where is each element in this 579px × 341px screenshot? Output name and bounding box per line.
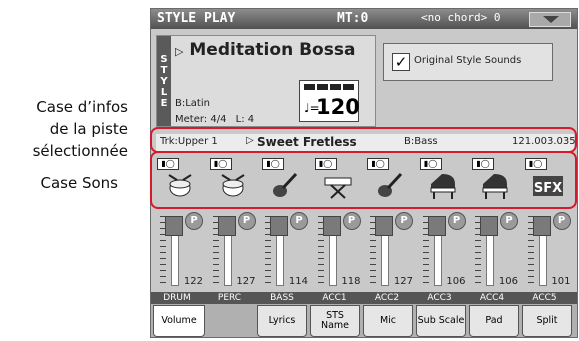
mixer-area: P 122 P 127 P 114 P 118 P 127 P 106 P 106 P 101 — [151, 210, 577, 290]
mt-indicator: MT:0 — [337, 11, 369, 26]
mixer-channel: P 127 — [208, 210, 258, 290]
tempo-display[interactable]: ♩= 120 — [299, 80, 360, 122]
mixer-channel: P 101 — [523, 210, 573, 290]
slider-handle[interactable] — [375, 216, 393, 236]
checkbox-icon[interactable]: ✓ — [392, 53, 410, 71]
track-info-highlight — [150, 127, 577, 153]
channel-label: DRUM — [163, 293, 191, 303]
volume-value: 101 — [551, 276, 571, 287]
tempo-value: 120 — [316, 95, 360, 119]
style-area[interactable]: S T Y L E ▷ Meditation Bossa B:Latin Met… — [156, 35, 376, 127]
volume-value: 106 — [498, 276, 518, 287]
channel-label: BASS — [270, 293, 294, 303]
slider-handle[interactable] — [165, 216, 183, 236]
slider-handle[interactable] — [427, 216, 446, 236]
slider-handle[interactable] — [532, 216, 551, 236]
tab-button[interactable]: Pad — [469, 305, 519, 337]
slider-handle[interactable] — [217, 216, 236, 236]
style-bank: B:Latin — [175, 98, 210, 109]
slider-handle[interactable] — [270, 216, 288, 236]
mixer-channel: P 114 — [260, 210, 310, 290]
sounds-annotation: Case Sons — [40, 174, 119, 192]
style-name[interactable]: ▷ Meditation Bossa — [175, 40, 355, 60]
play-button[interactable]: P — [290, 212, 308, 230]
track-info-annotation: Case d’infos de la piste sélectionnée — [32, 98, 128, 160]
mixer-channel: P 122 — [155, 210, 205, 290]
mixer-channel: P 118 — [313, 210, 363, 290]
mixer-channel: P 106 — [470, 210, 520, 290]
channel-label: ACC5 — [532, 293, 557, 303]
tab-button[interactable]: Sub Scale — [416, 305, 466, 337]
play-button[interactable]: P — [447, 212, 466, 230]
slider-handle[interactable] — [322, 216, 341, 236]
tab-button[interactable]: Lyrics — [257, 305, 307, 337]
volume-value: 127 — [236, 276, 256, 287]
play-button[interactable]: P — [395, 212, 413, 230]
channel-label: ACC2 — [374, 293, 400, 303]
tab-bar: Volume Lyrics STS Name Mic Sub Scale Pad Split — [151, 304, 577, 337]
channel-label: ACC3 — [427, 293, 452, 303]
channel-label: ACC4 — [479, 293, 505, 303]
tab-button[interactable]: Mic — [363, 305, 413, 337]
volume-value: 118 — [341, 276, 361, 287]
title-bar: STYLE PLAY MT:0 <no chord> 0 — [151, 9, 577, 29]
mixer-channel: P 106 — [418, 210, 468, 290]
volume-value: 114 — [288, 276, 308, 287]
play-button[interactable]: P — [237, 212, 256, 230]
tab-button[interactable]: Split — [522, 305, 572, 337]
original-style-sounds-button[interactable]: ✓ Original Style Sounds — [383, 43, 553, 81]
play-button[interactable]: P — [185, 212, 203, 230]
tab-button[interactable]: Volume — [153, 305, 205, 337]
triangle-icon: ▷ — [175, 45, 184, 58]
volume-value: 122 — [183, 276, 203, 287]
sounds-highlight — [150, 151, 577, 209]
channel-label: ACC1 — [322, 293, 347, 303]
volume-value: 127 — [393, 276, 413, 287]
volume-value: 106 — [446, 276, 466, 287]
slider-handle[interactable] — [480, 216, 498, 236]
play-button[interactable]: P — [552, 212, 571, 230]
play-button[interactable]: P — [500, 212, 518, 230]
style-meter: Meter: 4/4 L: 4 — [175, 114, 255, 125]
mode-title: STYLE PLAY — [157, 11, 236, 26]
chord-indicator: <no chord> 0 — [421, 11, 501, 24]
channel-labels: DRUM PERC BASS ACC1 ACC2 ACC3 ACC4 ACC5 — [151, 292, 577, 304]
play-button[interactable]: P — [342, 212, 361, 230]
channel-label: PERC — [217, 293, 242, 303]
tab-button[interactable]: STS Name — [310, 305, 360, 337]
beat-indicator — [304, 84, 354, 90]
page-menu-button[interactable] — [529, 12, 571, 27]
style-tab: S T Y L E — [157, 36, 171, 126]
mixer-channel: P 127 — [365, 210, 415, 290]
